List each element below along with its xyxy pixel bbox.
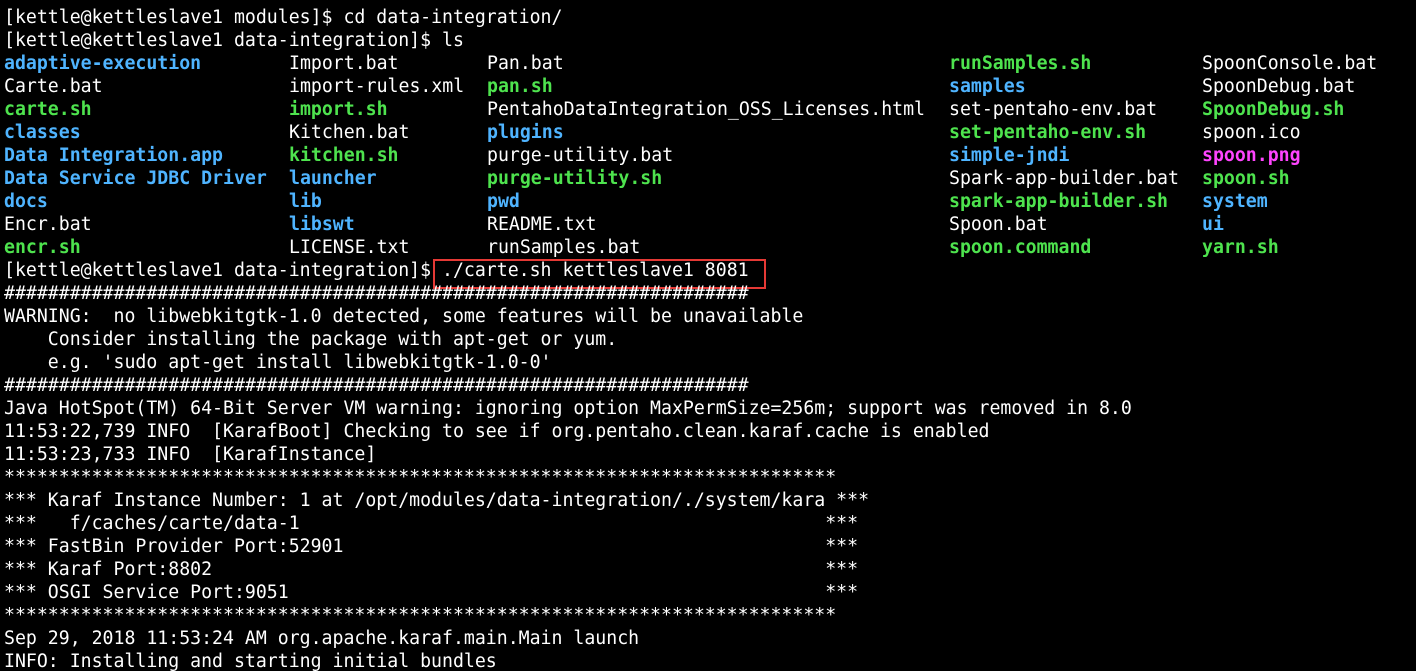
- file-entry-exec: spark-app-builder.sh: [949, 191, 1168, 212]
- terminal-output-line: ########################################…: [4, 375, 749, 396]
- terminal-output-line: Sep 29, 2018 11:53:24 AM org.apache.kara…: [4, 628, 640, 649]
- terminal-line-cd-command: [kettle@kettleslave1 modules]$ cd data-i…: [4, 7, 563, 28]
- file-entry-exec: purge-utility.sh: [487, 168, 663, 189]
- terminal-output-line: ****************************************…: [4, 605, 837, 626]
- file-entry-exec: SpoonDebug.sh: [1202, 99, 1345, 120]
- file-entry-plain: Import.bat: [289, 53, 399, 74]
- file-entry-plain: purge-utility.bat: [487, 145, 674, 166]
- terminal-output-line: e.g. 'sudo apt-get install libwebkitgtk-…: [4, 352, 552, 373]
- file-entry-dir: ui: [1202, 214, 1224, 235]
- file-entry-plain: Encr.bat: [4, 214, 92, 235]
- carte-command-text: ./carte.sh kettleslave1 8081: [442, 260, 749, 281]
- file-entry-plain: Spoon.bat: [949, 214, 1048, 235]
- terminal-output-line: *** OSGI Service Port:9051 ***: [4, 582, 859, 603]
- file-entry-plain: spoon.ico: [1202, 122, 1301, 143]
- file-entry-plain: PentahoDataIntegration_OSS_Licenses.html: [487, 99, 925, 120]
- file-entry-dir: adaptive-execution: [4, 53, 202, 74]
- file-entry-plain: LICENSE.txt: [289, 237, 410, 258]
- file-entry-exec: pan.sh: [487, 76, 553, 97]
- file-entry-dir: docs: [4, 191, 48, 212]
- file-entry-plain: Pan.bat: [487, 53, 564, 74]
- file-entry-plain: SpoonDebug.bat: [1202, 76, 1356, 97]
- terminal-output-line: *** Karaf Instance Number: 1 at /opt/mod…: [4, 490, 870, 511]
- file-entry-dir: Data Service JDBC Driver: [4, 168, 267, 189]
- terminal-output-line: Java HotSpot(TM) 64-Bit Server VM warnin…: [4, 398, 1132, 419]
- file-entry-exec: kitchen.sh: [289, 145, 399, 166]
- terminal-output-line: *** FastBin Provider Port:52901 ***: [4, 536, 859, 557]
- terminal-line-carte-command: [kettle@kettleslave1 data-integration]$ …: [4, 259, 749, 282]
- file-entry-dir: libswt: [289, 214, 355, 235]
- file-entry-dir: plugins: [487, 122, 564, 143]
- file-entry-exec: carte.sh: [4, 99, 92, 120]
- terminal-output-line: 11:53:22,739 INFO [KarafBoot] Checking t…: [4, 421, 990, 442]
- file-entry-dir: Data Integration.app: [4, 145, 223, 166]
- file-entry-plain: set-pentaho-env.bat: [949, 99, 1158, 120]
- terminal-output-line: Consider installing the package with apt…: [4, 329, 618, 350]
- terminal-output-line: *** Karaf Port:8802 ***: [4, 559, 859, 580]
- file-entry-exec: encr.sh: [4, 237, 81, 258]
- terminal-output-line: WARNING: no libwebkitgtk-1.0 detected, s…: [4, 306, 804, 327]
- file-entry-plain: SpoonConsole.bat: [1202, 53, 1378, 74]
- file-entry-plain: Carte.bat: [4, 76, 103, 97]
- terminal-output-line: *** f/caches/carte/data-1 ***: [4, 513, 859, 534]
- file-entry-plain: runSamples.bat: [487, 237, 641, 258]
- file-entry-exec: yarn.sh: [1202, 237, 1279, 258]
- file-entry-exec: spoon.sh: [1202, 168, 1290, 189]
- file-entry-exec: import.sh: [289, 99, 388, 120]
- file-entry-exec: spoon.command: [949, 237, 1092, 258]
- file-entry-image: spoon.png: [1202, 145, 1301, 166]
- file-entry-dir: pwd: [487, 191, 520, 212]
- shell-prompt: [kettle@kettleslave1 data-integration]$: [4, 260, 442, 281]
- file-entry-dir: system: [1202, 191, 1268, 212]
- file-entry-plain: Spark-app-builder.bat: [949, 168, 1179, 189]
- terminal-window[interactable]: [kettle@kettleslave1 modules]$ cd data-i…: [0, 0, 1416, 671]
- file-entry-exec: set-pentaho-env.sh: [949, 122, 1147, 143]
- file-entry-dir: classes: [4, 122, 81, 143]
- file-entry-plain: import-rules.xml: [289, 76, 465, 97]
- file-entry-dir: lib: [289, 191, 322, 212]
- file-entry-plain: Kitchen.bat: [289, 122, 410, 143]
- terminal-output-line: ########################################…: [4, 283, 749, 304]
- terminal-output-line: ****************************************…: [4, 467, 837, 488]
- terminal-line-ls-command: [kettle@kettleslave1 data-integration]$ …: [4, 30, 464, 51]
- file-entry-dir: launcher: [289, 168, 377, 189]
- file-entry-exec: runSamples.sh: [949, 53, 1092, 74]
- terminal-output-line: INFO: Installing and starting initial bu…: [4, 651, 497, 671]
- file-entry-dir: samples: [949, 76, 1026, 97]
- file-entry-plain: README.txt: [487, 214, 597, 235]
- file-entry-dir: simple-jndi: [949, 145, 1070, 166]
- terminal-output-line: 11:53:23,733 INFO [KarafInstance]: [4, 444, 377, 465]
